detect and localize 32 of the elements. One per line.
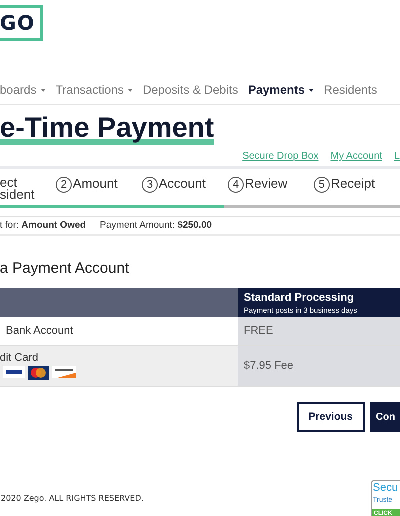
card-icon bbox=[28, 366, 49, 380]
card-icon bbox=[3, 366, 25, 378]
summary-text: t for: Amount Owed bbox=[0, 220, 86, 231]
nav-item[interactable]: Residents bbox=[324, 83, 378, 97]
column-title: Standard Processing bbox=[244, 292, 356, 304]
section-title: a Payment Account bbox=[0, 260, 130, 277]
nav-item[interactable]: Payments bbox=[248, 83, 314, 97]
step-label: Amount bbox=[73, 177, 118, 191]
step-number: 2 bbox=[56, 177, 72, 193]
step-label: Review bbox=[245, 177, 288, 191]
fee-cell: FREE bbox=[238, 317, 400, 345]
step-label: ect sident bbox=[0, 177, 35, 201]
step-label: Account bbox=[159, 177, 206, 191]
step-number: 4 bbox=[228, 177, 244, 193]
step-number: 3 bbox=[142, 177, 158, 193]
previous-button[interactable]: Previous bbox=[296, 402, 365, 432]
nav-item[interactable]: Transactions bbox=[56, 83, 133, 97]
card-icon bbox=[52, 366, 76, 378]
copyright-text: 2020 Zego. ALL RIGHTS RESERVED. bbox=[0, 494, 144, 503]
nav-item[interactable]: Deposits & Debits bbox=[142, 83, 238, 97]
step-label: Receipt bbox=[330, 177, 376, 191]
header-link[interactable]: Secure Drop Box bbox=[242, 151, 319, 162]
nav-item[interactable]: boards bbox=[0, 83, 46, 97]
step-number: 5 bbox=[314, 177, 330, 193]
continue-button[interactable]: Con bbox=[370, 402, 400, 432]
header-link[interactable]: L bbox=[394, 151, 400, 162]
summary-text: Payment Amount: $250.00 bbox=[100, 220, 212, 231]
badge-text: Secu bbox=[372, 481, 400, 496]
header-link[interactable]: My Account bbox=[330, 151, 382, 162]
payment-method[interactable]: Bank Account bbox=[6, 325, 238, 337]
fee-cell: $7.95 Fee bbox=[238, 346, 400, 386]
logo[interactable]: GO bbox=[0, 5, 43, 41]
